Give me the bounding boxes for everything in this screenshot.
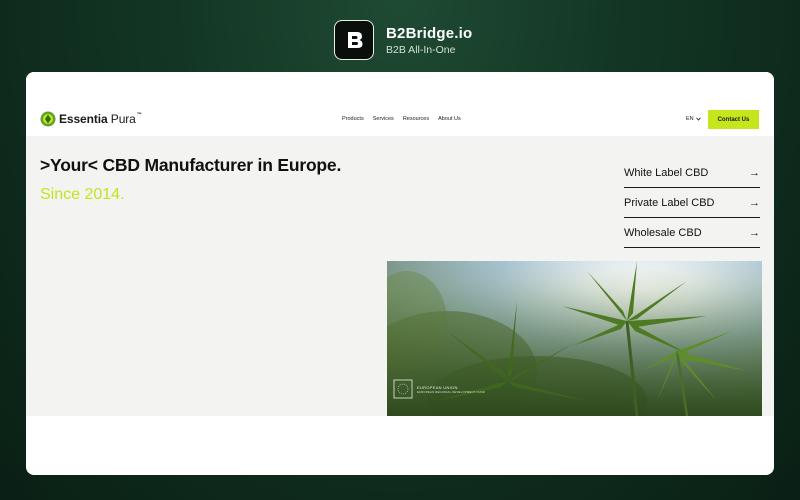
nav-link-resources[interactable]: Resources [403, 116, 429, 122]
website-preview-card: Essentia Pura™ Products Services Resourc… [26, 72, 774, 475]
site-logo[interactable]: Essentia Pura™ [40, 111, 142, 127]
language-label: EN [686, 116, 694, 122]
contact-us-button[interactable]: Contact Us [708, 110, 759, 129]
nav-links: Products Services Resources About Us [342, 116, 461, 122]
brand-tagline: B2B All-In-One [386, 43, 456, 56]
eu-funding-badge: EUROPEAN UNION EUROPEAN REGIONAL DEVELOP… [393, 379, 485, 399]
link-white-label-cbd[interactable]: White Label CBD → [624, 158, 760, 188]
nav-link-services[interactable]: Services [373, 116, 394, 122]
leaf-logo-icon [40, 111, 56, 127]
hero-section: >Your< CBD Manufacturer in Europe. Since… [26, 136, 774, 416]
arrow-right-icon: → [749, 226, 760, 239]
eu-badge-subtitle: EUROPEAN REGIONAL DEVELOPMENT FUND [417, 389, 486, 394]
logo-name-light: Pura [107, 112, 136, 126]
cannabis-leaves-photo: EUROPEAN UNION EUROPEAN REGIONAL DEVELOP… [387, 261, 762, 416]
link-private-label-cbd[interactable]: Private Label CBD → [624, 188, 760, 218]
link-label: Private Label CBD [624, 196, 715, 209]
language-selector[interactable]: EN [686, 116, 701, 122]
b2bridge-logo-icon [334, 20, 374, 60]
service-links: White Label CBD → Private Label CBD → Wh… [624, 158, 760, 248]
arrow-right-icon: → [749, 196, 760, 209]
chevron-down-icon [695, 117, 701, 121]
arrow-right-icon: → [749, 166, 760, 179]
link-label: Wholesale CBD [624, 226, 702, 239]
link-wholesale-cbd[interactable]: Wholesale CBD → [624, 218, 760, 248]
site-navbar: Essentia Pura™ Products Services Resourc… [26, 72, 774, 136]
eu-emblem-icon [393, 379, 413, 399]
logo-name-bold: Essentia [59, 112, 108, 126]
brand-name: B2Bridge.io [386, 24, 473, 42]
logo-trademark: ™ [136, 112, 142, 118]
hero-subheadline: Since 2014. [40, 186, 125, 203]
nav-link-products[interactable]: Products [342, 116, 364, 122]
nav-link-about-us[interactable]: About Us [438, 116, 461, 122]
link-label: White Label CBD [624, 166, 709, 179]
brand-header: B2Bridge.io B2B All-In-One [334, 20, 472, 60]
hero-headline: >Your< CBD Manufacturer in Europe. [40, 155, 342, 175]
